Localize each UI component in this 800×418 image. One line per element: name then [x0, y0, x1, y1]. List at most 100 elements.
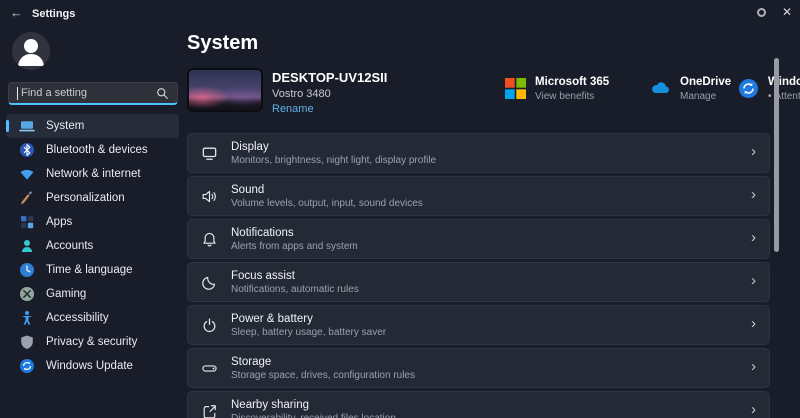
settings-row-storage[interactable]: Storage Storage space, drives, configurat… [187, 348, 770, 388]
close-icon[interactable]: ✕ [782, 5, 792, 19]
device-name: DESKTOP-UV12SII [272, 70, 388, 85]
settings-row-display[interactable]: Display Monitors, brightness, night light… [187, 133, 770, 173]
row-text: Nearby sharing Discoverability, received … [231, 399, 396, 418]
row-subtitle: Volume levels, output, input, sound devi… [231, 197, 423, 209]
back-icon[interactable]: ← [10, 5, 23, 20]
sidebar-item-label: Bluetooth & devices [46, 144, 148, 156]
focus-assist-icon [201, 274, 218, 291]
gaming-icon [19, 286, 35, 302]
row-text: Notifications Alerts from apps and system [231, 227, 358, 252]
chevron-right-icon: › [751, 401, 756, 418]
settings-rows: Display Monitors, brightness, night light… [187, 133, 770, 418]
settings-row-notifications[interactable]: Notifications Alerts from apps and system… [187, 219, 770, 259]
search-box[interactable] [8, 82, 178, 105]
sidebar-item-accounts[interactable]: Accounts [6, 234, 179, 258]
promo-subtitle: •Attention needed [768, 91, 800, 102]
settings-row-power-battery[interactable]: Power & battery Sleep, battery usage, bat… [187, 305, 770, 345]
nearby-sharing-icon [201, 403, 218, 418]
sidebar-item-bluetooth-devices[interactable]: Bluetooth & devices [6, 138, 179, 162]
row-subtitle: Notifications, automatic rules [231, 283, 359, 295]
device-model: Vostro 3480 [272, 88, 331, 100]
row-text: Sound Volume levels, output, input, sound… [231, 184, 423, 209]
bluetooth-icon [19, 142, 35, 158]
rename-link[interactable]: Rename [272, 103, 314, 115]
window-control-circle-icon[interactable] [756, 7, 766, 17]
promo-onedrive[interactable]: OneDrive Manage [650, 76, 738, 102]
avatar[interactable] [12, 32, 50, 70]
chevron-right-icon: › [751, 143, 756, 160]
app-title: Settings [32, 8, 76, 20]
chevron-right-icon: › [751, 186, 756, 203]
microsoft-365-icon [505, 78, 526, 99]
sidebar-item-apps[interactable]: Apps [6, 210, 179, 234]
accounts-icon [19, 238, 35, 254]
promo-title: OneDrive [680, 76, 732, 88]
sidebar-item-label: Accounts [46, 240, 94, 252]
promo-microsoft-365[interactable]: Microsoft 365 View benefits [505, 76, 650, 102]
search-input[interactable] [21, 87, 156, 99]
sidebar-item-label: Time & language [46, 264, 133, 276]
chevron-right-icon: › [751, 229, 756, 246]
search-icon [157, 87, 168, 99]
person-icon [18, 39, 44, 66]
row-title: Nearby sharing [231, 398, 309, 411]
sidebar-item-label: Windows Update [46, 360, 133, 372]
storage-icon [201, 360, 218, 377]
row-title: Sound [231, 183, 265, 196]
sound-icon [201, 188, 218, 205]
power-icon [201, 317, 218, 334]
sidebar-item-gaming[interactable]: Gaming [6, 282, 179, 306]
row-text: Power & battery Sleep, battery usage, bat… [231, 313, 386, 338]
sidebar-item-label: Network & internet [46, 168, 141, 180]
window-controls: ✕ [756, 5, 792, 19]
promo-links: Microsoft 365 View benefits OneDrive Manage… [505, 76, 800, 102]
settings-row-nearby-sharing[interactable]: Nearby sharing Discoverability, received … [187, 391, 770, 418]
display-icon [201, 145, 218, 162]
sidebar: System Bluetooth & devices Network & inter… [0, 28, 185, 418]
sidebar-item-label: Apps [46, 216, 73, 228]
promo-windows-update[interactable]: Windows Update •Attention needed [738, 76, 800, 102]
row-text: Storage Storage space, drives, configurat… [231, 356, 415, 381]
sidebar-nav: System Bluetooth & devices Network & inter… [0, 114, 185, 378]
onedrive-icon [650, 78, 671, 99]
text-caret [17, 86, 18, 100]
titlebar: ← Settings ✕ [0, 0, 800, 28]
row-subtitle: Sleep, battery usage, battery saver [231, 326, 387, 338]
row-title: Power & battery [231, 312, 313, 325]
page-title: System [187, 32, 259, 54]
sidebar-item-label: Gaming [46, 288, 87, 300]
scrollbar-track [774, 58, 779, 252]
time-language-icon [19, 262, 35, 278]
privacy-icon [19, 334, 35, 350]
row-subtitle: Storage space, drives, configuration rul… [231, 369, 415, 381]
settings-row-sound[interactable]: Sound Volume levels, output, input, sound… [187, 176, 770, 216]
sidebar-item-time-language[interactable]: Time & language [6, 258, 179, 282]
sidebar-item-system[interactable]: System [6, 114, 179, 138]
settings-row-focus-assist[interactable]: Focus assist Notifications, automatic rul… [187, 262, 770, 302]
sidebar-item-windows-update[interactable]: Windows Update [6, 354, 179, 378]
sidebar-item-label: Personalization [46, 192, 125, 204]
notifications-icon [201, 231, 218, 248]
sidebar-item-label: Privacy & security [46, 336, 138, 348]
row-text: Focus assist Notifications, automatic rul… [231, 270, 359, 295]
row-subtitle: Discoverability, received files location [231, 412, 396, 418]
sidebar-item-network-internet[interactable]: Network & internet [6, 162, 179, 186]
promo-subtitle: View benefits [535, 91, 609, 102]
row-title: Notifications [231, 226, 294, 239]
accessibility-icon [19, 310, 35, 326]
promo-title: Microsoft 365 [535, 76, 610, 88]
status-dot: • [768, 91, 772, 102]
row-title: Focus assist [231, 269, 295, 282]
sidebar-item-personalization[interactable]: Personalization [6, 186, 179, 210]
sidebar-item-privacy-security[interactable]: Privacy & security [6, 330, 179, 354]
system-icon [19, 118, 35, 134]
row-title: Storage [231, 355, 272, 368]
promo-text: OneDrive Manage [680, 76, 731, 102]
apps-icon [19, 214, 35, 230]
promo-title: Windows Update [768, 76, 800, 88]
sidebar-item-label: Accessibility [46, 312, 109, 324]
scrollbar-thumb[interactable] [774, 58, 779, 252]
sidebar-item-accessibility[interactable]: Accessibility [6, 306, 179, 330]
row-subtitle: Alerts from apps and system [231, 240, 358, 252]
chevron-right-icon: › [751, 358, 756, 375]
